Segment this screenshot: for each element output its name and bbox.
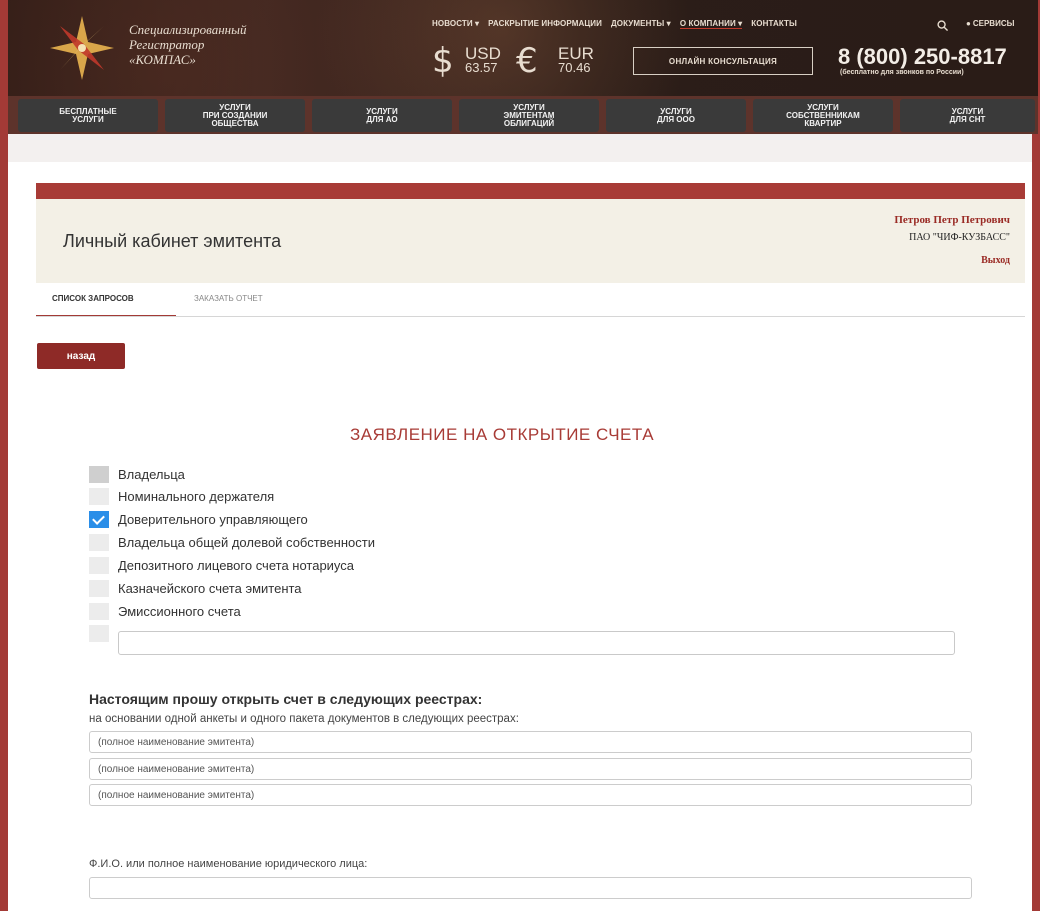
service-tab-free[interactable]: БЕСПЛАТНЫЕ УСЛУГИ bbox=[18, 99, 158, 132]
checkbox[interactable] bbox=[89, 556, 109, 574]
content-top-strip bbox=[8, 134, 1032, 162]
registries-title: Настоящим прошу открыть счет в следующих… bbox=[89, 691, 483, 707]
service-tab-company-creation[interactable]: УСЛУГИ ПРИ СОЗДАНИИ ОБЩЕСТВА bbox=[165, 99, 305, 132]
eur-rate-text: EUR 70.46 bbox=[558, 44, 594, 75]
tab-requests-list[interactable]: СПИСОК ЗАПРОСОВ bbox=[36, 290, 176, 317]
checkbox[interactable] bbox=[89, 533, 109, 551]
checkbox[interactable] bbox=[89, 487, 109, 505]
registry-input-3[interactable]: (полное наименование эмитента) bbox=[89, 784, 972, 806]
checkbox-label: Казначейского счета эмитента bbox=[118, 580, 302, 596]
nav-disclosure[interactable]: РАСКРЫТИЕ ИНФОРМАЦИИ bbox=[488, 19, 602, 29]
account-type-other[interactable] bbox=[89, 624, 118, 642]
checkbox-label: Эмиссионного счета bbox=[118, 603, 241, 619]
account-type-owner[interactable]: Владельца bbox=[89, 465, 185, 483]
tabs-divider bbox=[36, 316, 1025, 317]
checkbox[interactable] bbox=[89, 579, 109, 597]
account-type-notary-deposit[interactable]: Депозитного лицевого счета нотариуса bbox=[89, 556, 354, 574]
user-organization: ПАО "ЧИФ-КУЗБАСС" bbox=[909, 232, 1010, 243]
dollar-icon: $ bbox=[432, 41, 454, 81]
brand-line-2: Регистратор bbox=[129, 37, 205, 52]
nav-documents[interactable]: ДОКУМЕНТЫ ▾ bbox=[611, 19, 671, 29]
service-tab-snt[interactable]: УСЛУГИ ДЛЯ СНТ bbox=[900, 99, 1035, 132]
checkbox-label: Номинального держателя bbox=[118, 488, 275, 504]
checkbox-checked[interactable] bbox=[89, 510, 109, 528]
form-title: ЗАЯВЛЕНИЕ НА ОТКРЫТИЕ СЧЕТА bbox=[350, 425, 655, 444]
eur-code: EUR bbox=[558, 44, 594, 63]
back-button[interactable]: назад bbox=[37, 343, 125, 369]
usd-rate-text: USD 63.57 bbox=[465, 44, 501, 75]
nav-about[interactable]: О КОМПАНИИ ▾ bbox=[679, 19, 743, 29]
account-type-treasury[interactable]: Казначейского счета эмитента bbox=[89, 579, 302, 597]
registries-subtitle: на основании одной анкеты и одного пакет… bbox=[89, 713, 519, 725]
checkbox[interactable] bbox=[89, 465, 109, 483]
checkbox-label: Владельца bbox=[118, 466, 185, 482]
site-header: Специализированный Регистратор «КОМПАС» … bbox=[8, 0, 1038, 96]
brand-line-1: Специализированный bbox=[129, 22, 247, 37]
checkbox-label: Депозитного лицевого счета нотариуса bbox=[118, 557, 355, 573]
user-name: Петров Петр Петрович bbox=[894, 214, 1010, 226]
service-tab-bond-issuers[interactable]: УСЛУГИ ЭМИТЕНТАМ ОБЛИГАЦИЙ bbox=[459, 99, 599, 132]
checkbox-label: Владельца общей долевой собственности bbox=[118, 534, 375, 550]
euro-icon: € bbox=[516, 41, 538, 81]
brand-name[interactable]: Специализированный Регистратор «КОМПАС» bbox=[129, 22, 246, 67]
logout-link[interactable]: Выход bbox=[981, 255, 1010, 266]
checkbox[interactable] bbox=[89, 602, 109, 620]
usd-value: 63.57 bbox=[465, 60, 498, 75]
brand-line-3: «КОМПАС» bbox=[129, 52, 196, 67]
eur-rate: € bbox=[516, 44, 538, 78]
account-type-trustee[interactable]: Доверительного управляющего bbox=[89, 510, 308, 528]
nav-news[interactable]: НОВОСТИ ▾ bbox=[432, 19, 479, 29]
account-type-nominee[interactable]: Номинального держателя bbox=[89, 487, 274, 505]
service-tab-apartment-owners[interactable]: УСЛУГИ СОБСТВЕННИКАМ КВАРТИР bbox=[753, 99, 893, 132]
fio-input[interactable] bbox=[89, 877, 972, 899]
search-icon[interactable] bbox=[937, 20, 948, 31]
page-title: Личный кабинет эмитента bbox=[63, 231, 282, 251]
online-consult-button[interactable]: ОНЛАЙН КОНСУЛЬТАЦИЯ bbox=[633, 47, 813, 75]
usd-code: USD bbox=[465, 44, 501, 63]
registry-input-2[interactable]: (полное наименование эмитента) bbox=[89, 758, 972, 780]
compass-logo-icon[interactable] bbox=[48, 14, 116, 82]
eur-value: 70.46 bbox=[558, 60, 591, 75]
account-type-shared-ownership[interactable]: Владельца общей долевой собственности bbox=[89, 533, 375, 551]
service-tab-jsc[interactable]: УСЛУГИ ДЛЯ АО bbox=[312, 99, 452, 132]
tab-order-report[interactable]: ЗАКАЗАТЬ ОТЧЕТ bbox=[194, 294, 263, 303]
service-tab-llc[interactable]: УСЛУГИ ДЛЯ ООО bbox=[606, 99, 746, 132]
services-link[interactable]: СЕРВИСЫ bbox=[966, 19, 1015, 28]
other-account-type-input[interactable] bbox=[118, 631, 955, 655]
fio-label: Ф.И.О. или полное наименование юридическ… bbox=[89, 858, 368, 870]
checkbox[interactable] bbox=[89, 624, 109, 642]
usd-rate: $ bbox=[432, 44, 454, 78]
nav-contacts[interactable]: КОНТАКТЫ bbox=[751, 19, 797, 29]
account-type-emission[interactable]: Эмиссионного счета bbox=[89, 602, 241, 620]
cabinet-accent-bar bbox=[36, 183, 1025, 199]
phone-number[interactable]: 8 (800) 250-8817 bbox=[838, 44, 1007, 70]
phone-note: (бесплатно для звонков по России) bbox=[840, 69, 964, 76]
registry-input-1[interactable]: (полное наименование эмитента) bbox=[89, 731, 972, 753]
top-nav: НОВОСТИ ▾ РАСКРЫТИЕ ИНФОРМАЦИИ ДОКУМЕНТЫ… bbox=[432, 19, 806, 29]
checkbox-label: Доверительного управляющего bbox=[118, 511, 308, 527]
